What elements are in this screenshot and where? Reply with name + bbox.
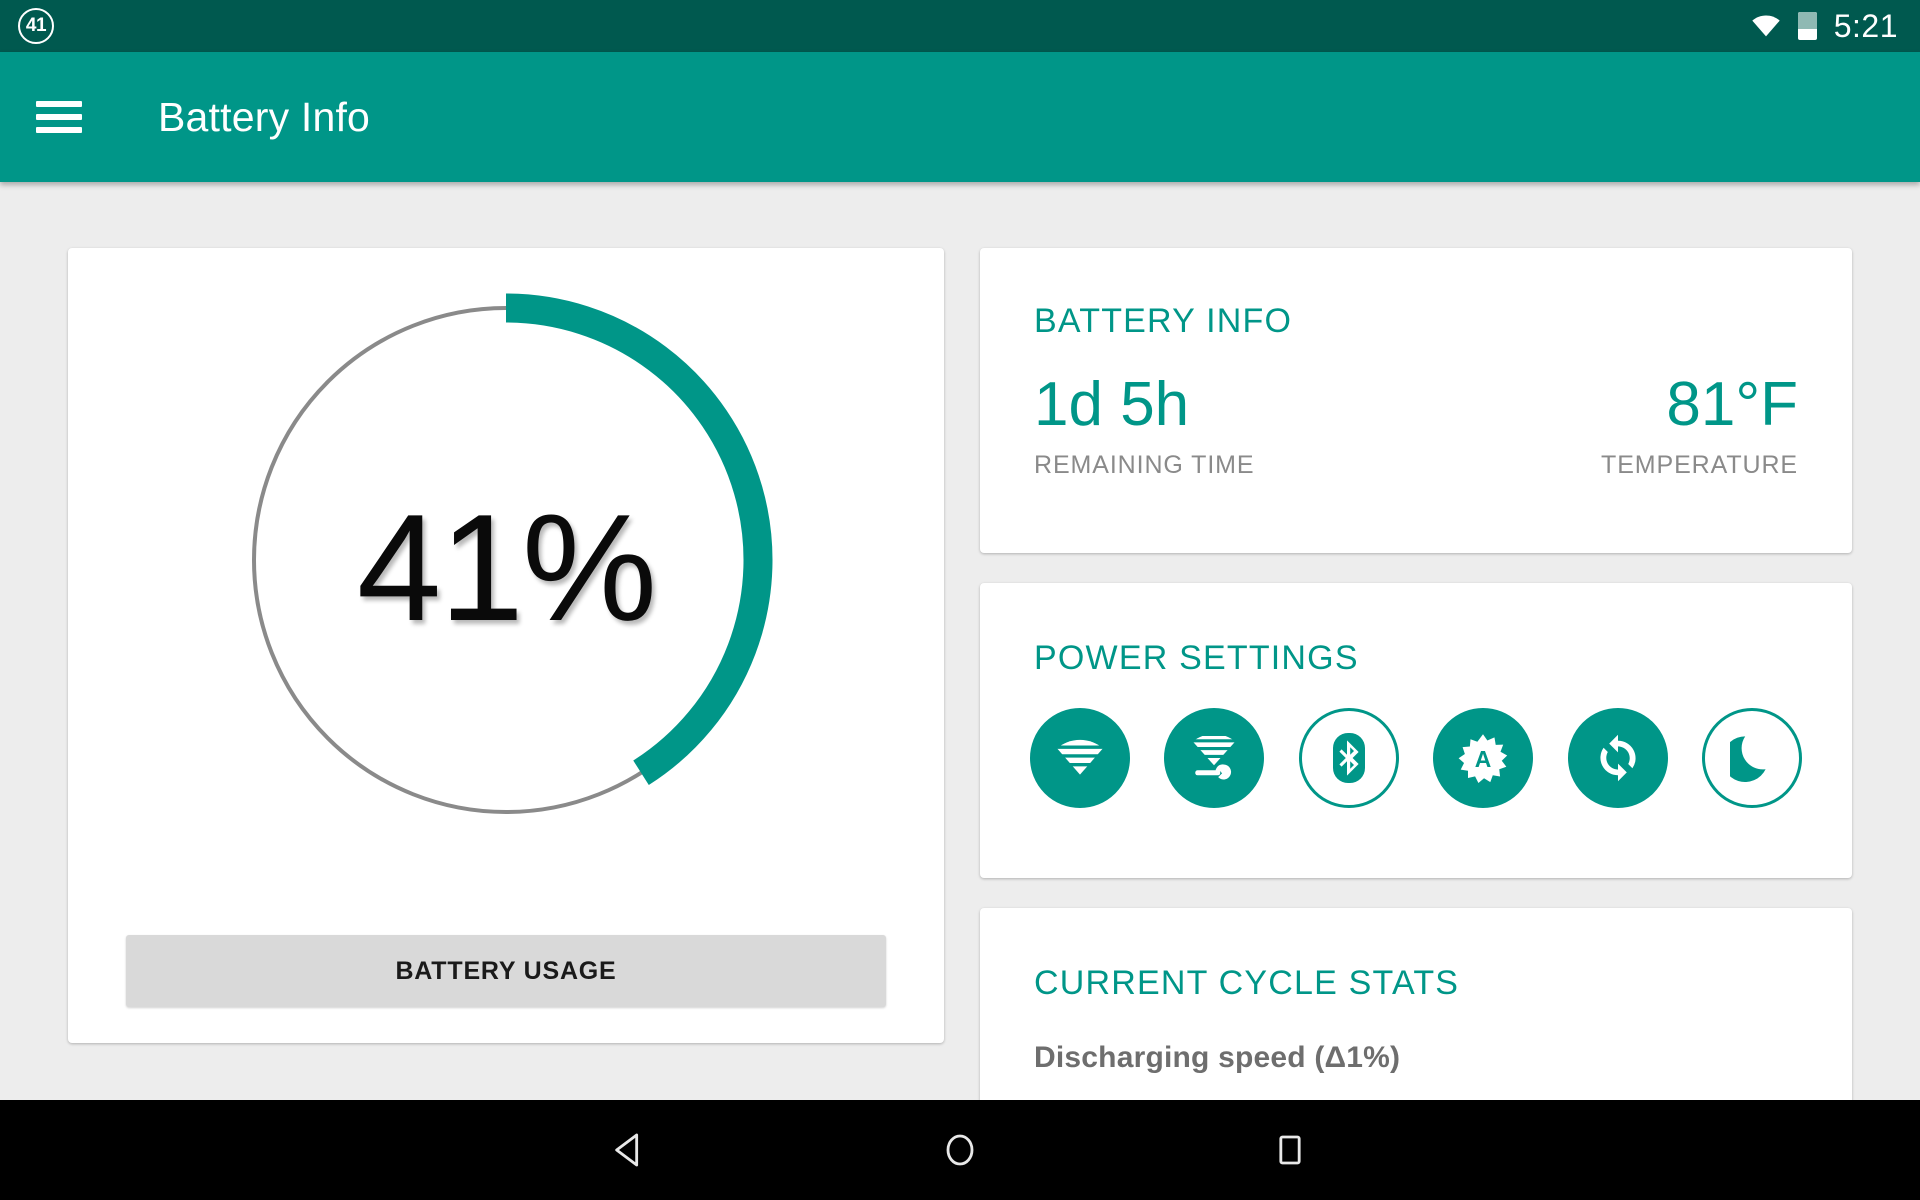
svg-text:A: A xyxy=(1475,746,1492,772)
right-column: BATTERY INFO 1d 5h REMAINING TIME 81°F T… xyxy=(980,248,1852,1100)
back-triangle-icon xyxy=(610,1130,650,1170)
recents-square-icon xyxy=(1270,1130,1310,1170)
battery-notification-badge: 41 xyxy=(18,8,54,44)
night-mode-toggle[interactable] xyxy=(1701,708,1802,808)
hamburger-line xyxy=(36,114,82,120)
temperature-stat: 81°F TEMPERATURE xyxy=(1601,372,1798,478)
wifi-toggle[interactable] xyxy=(1030,708,1130,808)
status-bar: 41 5:21 xyxy=(0,0,1920,52)
back-button[interactable] xyxy=(530,1100,730,1200)
status-bar-right: 5:21 xyxy=(1751,10,1898,42)
battery-info-card-title: BATTERY INFO xyxy=(1034,302,1293,340)
android-navigation-bar xyxy=(0,1100,1920,1200)
battery-gauge-card: 41% BATTERY USAGE xyxy=(68,248,944,1043)
bluetooth-toggle[interactable] xyxy=(1298,708,1399,808)
app-root: 41 5:21 Battery Info 41% BATTERY USAGE B… xyxy=(0,0,1920,1200)
battery-info-stats-row: 1d 5h REMAINING TIME 81°F TEMPERATURE xyxy=(1034,372,1798,478)
bluetooth-icon xyxy=(1328,732,1370,784)
status-bar-clock: 5:21 xyxy=(1833,8,1898,44)
auto-brightness-toggle[interactable]: A xyxy=(1433,708,1534,808)
home-circle-icon xyxy=(940,1130,980,1170)
power-settings-card-title: POWER SETTINGS xyxy=(1034,639,1359,677)
power-settings-toggle-row: A xyxy=(1030,708,1802,808)
wifi-wrench-icon xyxy=(1189,736,1240,780)
battery-icon xyxy=(1797,12,1817,40)
remaining-time-label: REMAINING TIME xyxy=(1034,451,1255,480)
moon-icon xyxy=(1729,734,1774,782)
page-title: Battery Info xyxy=(158,93,371,140)
app-bar: Battery Info xyxy=(0,52,1920,182)
current-cycle-stats-card: CURRENT CYCLE STATS Discharging speed (Δ… xyxy=(980,908,1852,1100)
content-area: 41% BATTERY USAGE BATTERY INFO 1d 5h REM… xyxy=(0,182,1920,1100)
discharging-speed-label: Discharging speed (Δ1%) xyxy=(1034,1041,1401,1074)
power-settings-card: POWER SETTINGS A xyxy=(980,583,1852,878)
recents-button[interactable] xyxy=(1190,1100,1390,1200)
battery-percent-label: 41% xyxy=(356,483,657,653)
hamburger-line xyxy=(36,127,82,133)
home-button[interactable] xyxy=(860,1100,1060,1200)
hamburger-menu-icon[interactable] xyxy=(36,101,82,133)
remaining-time-stat: 1d 5h REMAINING TIME xyxy=(1034,372,1255,478)
auto-brightness-icon: A xyxy=(1458,733,1508,783)
battery-gauge: 41% xyxy=(196,268,816,868)
battery-usage-button[interactable]: BATTERY USAGE xyxy=(126,935,886,1007)
temperature-value: 81°F xyxy=(1666,370,1798,439)
hamburger-line xyxy=(36,101,82,107)
battery-info-card: BATTERY INFO 1d 5h REMAINING TIME 81°F T… xyxy=(980,248,1852,553)
wifi-settings-toggle[interactable] xyxy=(1164,708,1265,808)
status-bar-left: 41 xyxy=(18,8,54,44)
current-cycle-stats-card-title: CURRENT CYCLE STATS xyxy=(1034,964,1460,1002)
temperature-label: TEMPERATURE xyxy=(1601,451,1798,480)
wifi-icon xyxy=(1055,739,1105,777)
auto-sync-toggle[interactable] xyxy=(1567,708,1668,808)
wifi-icon xyxy=(1751,15,1781,37)
sync-icon xyxy=(1594,734,1642,782)
remaining-time-value: 1d 5h xyxy=(1034,370,1190,439)
